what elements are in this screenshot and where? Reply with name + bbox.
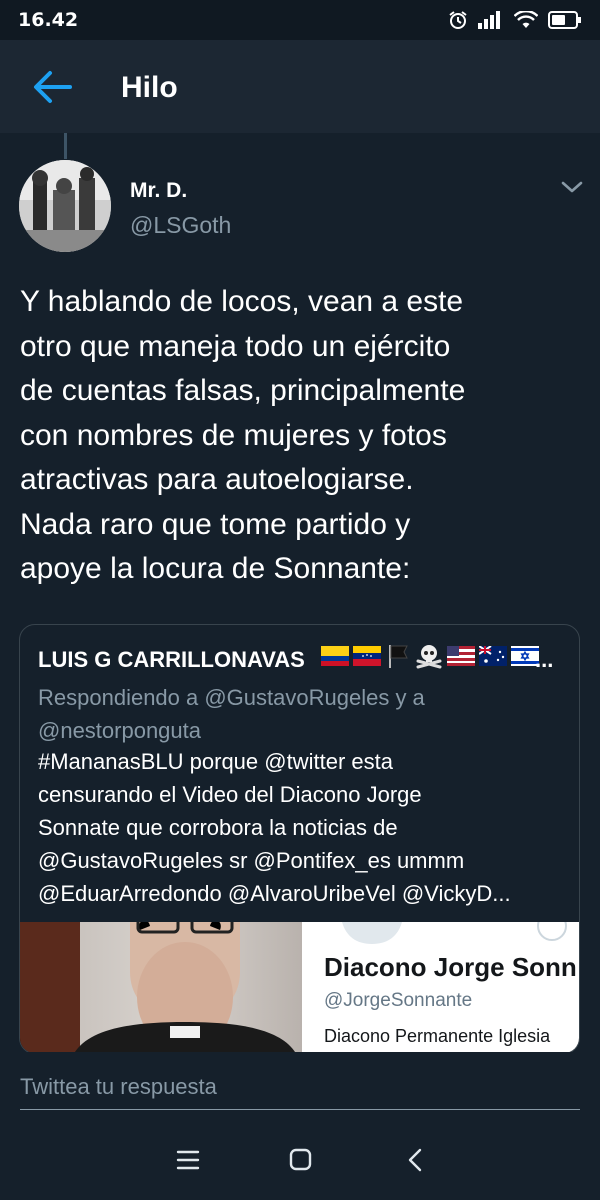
system-nav-bar xyxy=(0,1120,600,1200)
author-name[interactable]: Mr. D. xyxy=(130,179,187,203)
reply-input[interactable]: Twittea tu respuesta xyxy=(20,1066,580,1110)
profile-handle: @JorgeSonnante xyxy=(324,990,473,1011)
status-icons xyxy=(448,10,582,30)
quoted-text-line: @GustavoRugeles sr @Pontifex_es ummm xyxy=(38,848,465,873)
thread-connector xyxy=(64,133,67,159)
thread-header: Hilo xyxy=(0,40,600,133)
colombia-flag-icon xyxy=(321,646,349,671)
battery-icon xyxy=(548,11,582,29)
back-chevron-icon[interactable] xyxy=(400,1146,432,1174)
skull-crossbones-icon xyxy=(415,643,443,674)
chevron-down-icon[interactable] xyxy=(559,176,585,198)
profile-title: Diacono Jorge Sonn xyxy=(324,952,577,982)
quoted-name-ellipsis: ... xyxy=(535,647,554,672)
quoted-text-line: @EduarArredondo @AlvaroUribeVel @VickyD.… xyxy=(38,881,511,906)
profile-bio: Diacono Permanente Iglesia xyxy=(324,1026,551,1046)
tweet-text: Y hablando de locos, vean a este otro qu… xyxy=(20,285,466,585)
signal-icon xyxy=(478,11,504,29)
venezuela-flag-icon xyxy=(353,646,381,671)
avatar[interactable] xyxy=(19,160,111,252)
profile-screenshot: Diacono Jorge Sonn @JorgeSonnante Diacon… xyxy=(302,922,579,1053)
alarm-icon xyxy=(448,10,468,30)
quoted-author-flags xyxy=(321,643,539,674)
quoted-text-line: #MananasBLU porque @twitter esta xyxy=(38,749,393,774)
quoted-media[interactable]: Diacono Jorge Sonn @JorgeSonnante Diacon… xyxy=(20,922,579,1053)
back-arrow-icon[interactable] xyxy=(30,67,76,107)
australia-flag-icon xyxy=(478,645,507,671)
status-bar: 16.42 xyxy=(0,0,600,40)
quoted-author-name: LUIS G CARRILLONAVAS xyxy=(38,647,305,672)
wifi-icon xyxy=(514,11,538,29)
status-time: 16.42 xyxy=(18,9,79,31)
quoted-tweet-text: #MananasBLU porque @twitter esta censura… xyxy=(38,745,563,910)
author-handle[interactable]: @LSGoth xyxy=(130,212,231,239)
quoted-tweet[interactable]: LUIS G CARRILLONAVAS ... Respondiendo a … xyxy=(19,624,580,1054)
replying-to: Respondiendo a @GustavoRugeles y a @nest… xyxy=(38,685,425,743)
black-flag-icon xyxy=(385,644,411,673)
page-title: Hilo xyxy=(121,71,178,104)
video-frame-image xyxy=(20,922,302,1053)
quoted-text-line: Sonnate que corrobora la noticias de xyxy=(38,815,398,840)
usa-flag-icon xyxy=(447,646,475,671)
reply-composer: Twittea tu respuesta xyxy=(0,1052,600,1120)
quoted-text-line: censurando el Video del Diacono Jorge xyxy=(38,782,422,807)
home-square-icon[interactable] xyxy=(284,1146,316,1174)
menu-icon[interactable] xyxy=(172,1146,204,1174)
